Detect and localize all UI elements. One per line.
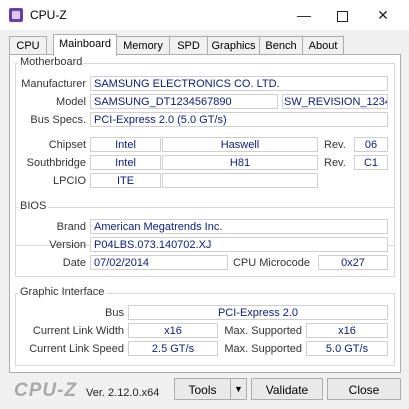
model-value: SAMSUNG_DT1234567890 [90, 94, 278, 109]
bios-brand-label: Brand [56, 221, 86, 233]
tools-dropdown-arrow-icon[interactable]: ▼ [230, 378, 247, 400]
graphic-interface-group-title: Graphic Interface [18, 286, 107, 298]
bios-date-value: 07/02/2014 [90, 255, 228, 270]
tab-graphics[interactable]: Graphics [207, 36, 260, 55]
tab-cpu[interactable]: CPU [9, 36, 47, 55]
southbridge-rev-label: Rev. [324, 157, 346, 169]
tab-mainboard[interactable]: Mainboard [53, 34, 117, 56]
maximize-icon [336, 10, 348, 22]
cpu-microcode-label: CPU Microcode [232, 257, 310, 269]
validate-button[interactable]: Validate [251, 378, 323, 400]
cpu-z-logo: CPU-Z [14, 380, 78, 401]
tab-about[interactable]: About [302, 36, 344, 55]
tab-memory[interactable]: Memory [116, 36, 170, 55]
lpcio-vendor-value: ITE [90, 173, 161, 188]
window-title: CPU-Z [30, 8, 67, 22]
current-link-speed-label: Current Link Speed [29, 343, 124, 355]
max-link-speed-value: 5.0 GT/s [306, 341, 388, 356]
current-link-speed-value: 2.5 GT/s [128, 341, 218, 356]
max-link-speed-label: Max. Supported [224, 343, 302, 355]
version-text: Ver. 2.12.0.x64 [86, 387, 160, 399]
cpu-z-app-icon [9, 8, 23, 22]
maximize-button[interactable] [328, 4, 356, 26]
model-label: Model [56, 96, 86, 108]
graphic-bus-value: PCI-Express 2.0 [128, 305, 388, 320]
motherboard-group-title: Motherboard [18, 56, 85, 68]
southbridge-label: Southbridge [26, 157, 86, 169]
model-revision-value: SW_REVISION_12345 [282, 94, 388, 109]
tab-bench[interactable]: Bench [259, 36, 303, 55]
tab-spd[interactable]: SPD [169, 36, 208, 55]
bus-specs-value: PCI-Express 2.0 (5.0 GT/s) [90, 112, 388, 127]
graphic-bus-label: Bus [105, 307, 124, 319]
minimize-button[interactable]: — [290, 4, 318, 26]
bios-date-label: Date [62, 257, 86, 269]
lpcio-label: LPCIO [52, 175, 86, 187]
lpcio-name-value [162, 173, 318, 188]
max-link-width-label: Max. Supported [224, 325, 302, 337]
mainboard-panel: Motherboard Manufacturer SAMSUNG ELECTRO… [9, 54, 401, 373]
cpu-microcode-value: 0x27 [318, 255, 388, 270]
southbridge-vendor-value: Intel [90, 155, 161, 170]
chipset-vendor-value: Intel [90, 137, 161, 152]
tools-button[interactable]: Tools [174, 378, 231, 400]
manufacturer-value: SAMSUNG ELECTRONICS CO. LTD. [90, 76, 388, 91]
southbridge-name-value: H81 [162, 155, 318, 170]
bios-version-value: P04LBS.073.140702.XJ [90, 237, 388, 252]
chipset-label: Chipset [48, 139, 86, 151]
southbridge-rev-value: C1 [354, 155, 388, 170]
current-link-width-label: Current Link Width [32, 325, 124, 337]
bios-brand-value: American Megatrends Inc. [90, 219, 388, 234]
current-link-width-value: x16 [128, 323, 218, 338]
bus-specs-label: Bus Specs. [30, 114, 86, 126]
chipset-rev-value: 06 [354, 137, 388, 152]
close-window-button[interactable]: ✕ [369, 4, 397, 26]
title-bar: CPU-Z — ✕ [0, 0, 409, 30]
chipset-rev-label: Rev. [324, 139, 346, 151]
close-button[interactable]: Close [327, 378, 401, 400]
max-link-width-value: x16 [306, 323, 388, 338]
manufacturer-label: Manufacturer [21, 78, 86, 90]
chipset-name-value: Haswell [162, 137, 318, 152]
bios-version-label: Version [49, 239, 86, 251]
bios-group-title: BIOS [18, 200, 49, 212]
